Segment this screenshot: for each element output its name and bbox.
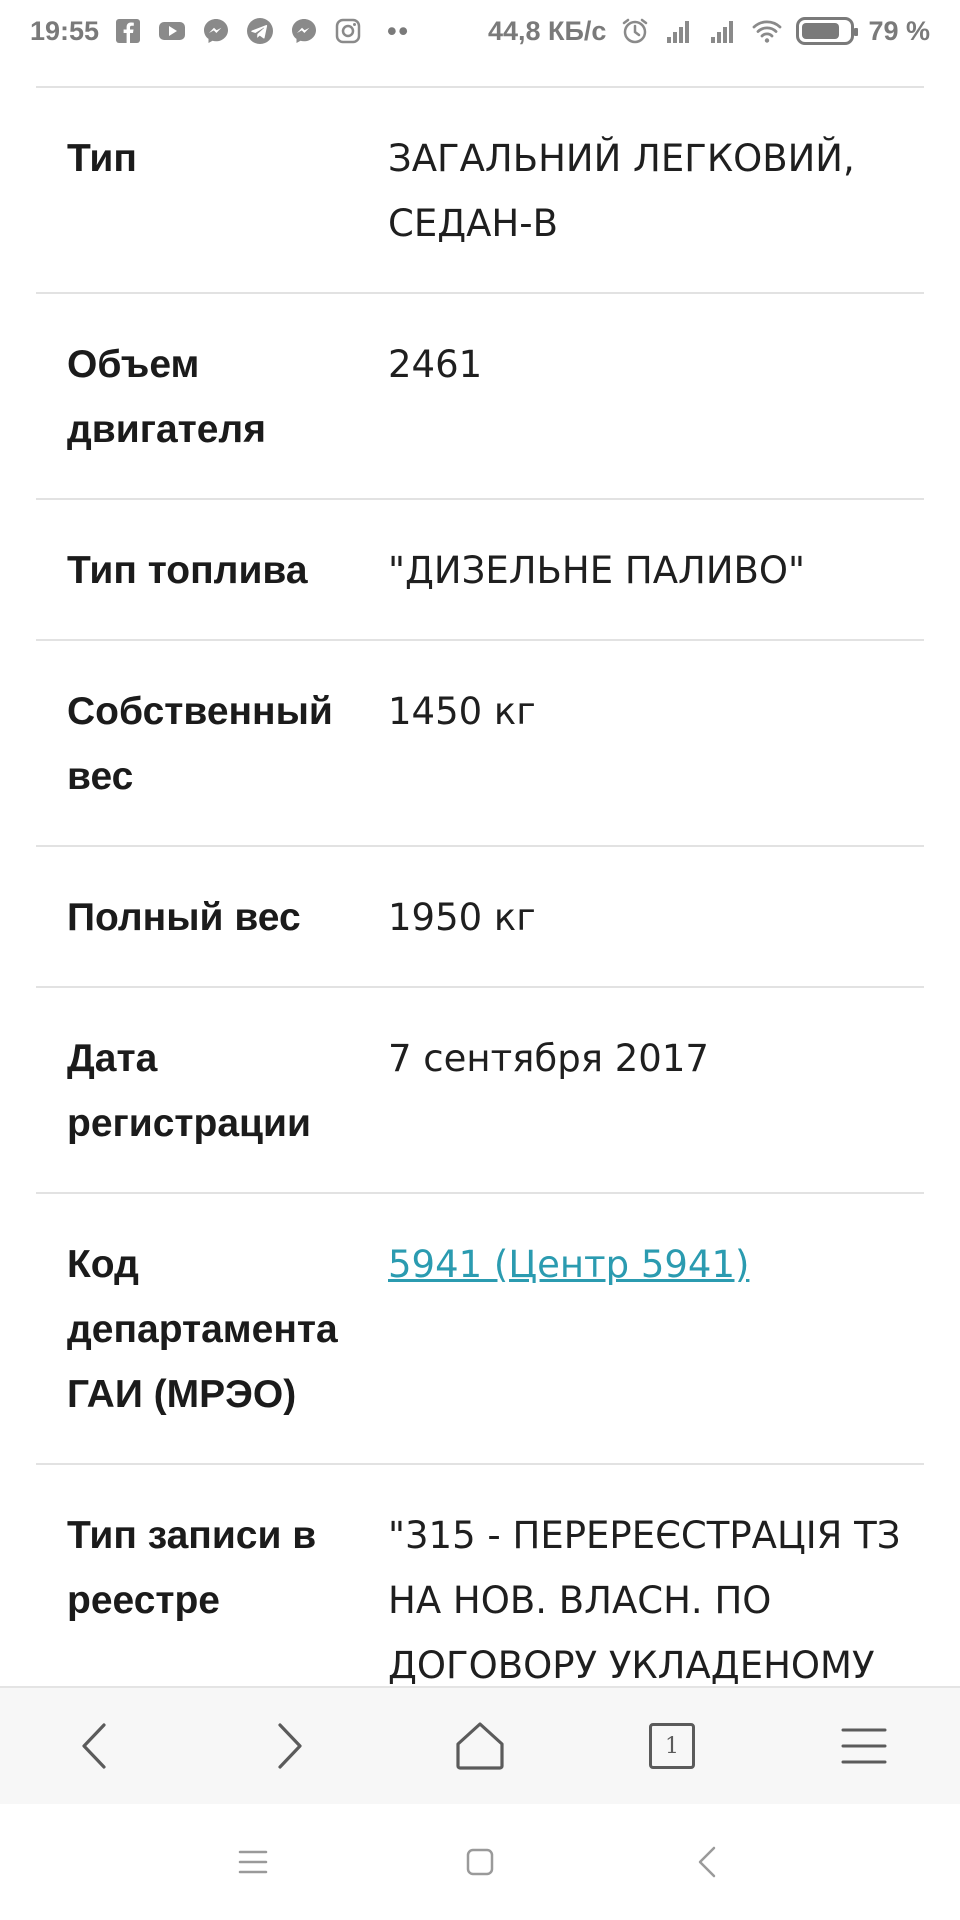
home-button[interactable] (438, 1704, 522, 1788)
back-arrow-icon (82, 1723, 106, 1769)
alarm-icon (620, 16, 650, 46)
detail-value-cell: 1950 кг (388, 885, 924, 950)
detail-label: Дата регистрации (67, 1037, 311, 1145)
network-speed: 44,8 КБ/с (487, 15, 607, 46)
tabs-button[interactable]: 1 (630, 1704, 714, 1788)
signal-icon (708, 16, 738, 46)
forward-button[interactable] (246, 1704, 330, 1788)
back-button[interactable] (54, 1704, 138, 1788)
system-back-button[interactable] (677, 1832, 737, 1892)
detail-label: Код департамента ГАИ (МРЭО) (67, 1243, 338, 1416)
battery-icon (796, 17, 859, 45)
signal-icon (664, 16, 694, 46)
detail-value-cell: "ДИЗЕЛЬНЕ ПАЛИВО" (388, 538, 924, 603)
detail-label: Собственный вес (67, 690, 333, 798)
wifi-icon (752, 16, 782, 46)
status-time: 19:55 (30, 15, 100, 46)
menu-button[interactable] (822, 1704, 906, 1788)
instagram-icon (333, 16, 363, 46)
menu-icon (841, 1728, 887, 1764)
detail-row: Тип ЗАГАЛЬНИЙ ЛЕГКОВИЙ, СЕДАН-В (36, 88, 924, 294)
detail-value-cell: 1450 кг (388, 679, 924, 809)
detail-value-cell: ЗАГАЛЬНИЙ ЛЕГКОВИЙ, СЕДАН-В (388, 126, 924, 256)
detail-value: ЗАГАЛЬНИЙ ЛЕГКОВИЙ, СЕДАН-В (388, 137, 855, 245)
forward-arrow-icon (278, 1723, 302, 1769)
vehicle-details-table: Тип ЗАГАЛЬНИЙ ЛЕГКОВИЙ, СЕДАН-В Объем двиг… (36, 86, 924, 1801)
tabs-icon: 1 (649, 1723, 695, 1769)
home-icon (456, 1722, 504, 1770)
recent-apps-icon (239, 1850, 268, 1874)
status-more-dots: •• (387, 15, 410, 46)
battery-fill (802, 23, 839, 39)
detail-row: Код департамента ГАИ (МРЭО) 5941 (Центр 5… (36, 1194, 924, 1465)
status-right: 44,8 КБ/с 79 % (488, 16, 930, 47)
detail-row: Полный вес 1950 кг (36, 847, 924, 988)
detail-value-cell: 5941 (Центр 5941) (388, 1232, 924, 1427)
detail-value: 1950 кг (388, 896, 536, 939)
facebook-icon (113, 16, 143, 46)
status-left: 19:55 •• (30, 16, 420, 47)
messenger-icon (289, 16, 319, 46)
browser-toolbar: 1 (0, 1686, 960, 1804)
battery-percent: 79 % (868, 15, 930, 46)
detail-value-cell: 7 сентября 2017 (388, 1026, 924, 1156)
youtube-icon (157, 16, 187, 46)
detail-value: 2461 (388, 343, 483, 386)
detail-label: Тип (67, 137, 137, 180)
detail-row: Дата регистрации 7 сентября 2017 (36, 988, 924, 1194)
detail-value: 1450 кг (388, 690, 536, 733)
home-square-icon (466, 1848, 494, 1876)
department-code-link[interactable]: 5941 (Центр 5941) (388, 1243, 749, 1286)
recent-apps-button[interactable] (223, 1832, 283, 1892)
detail-label: Полный вес (67, 896, 301, 939)
messenger-icon (201, 16, 231, 46)
detail-row: Собственный вес 1450 кг (36, 641, 924, 847)
system-home-button[interactable] (450, 1832, 510, 1892)
detail-value: 7 сентября 2017 (388, 1037, 709, 1080)
detail-value-cell: 2461 (388, 332, 924, 462)
back-chevron-icon (698, 1846, 715, 1878)
detail-row: Объем двигателя 2461 (36, 294, 924, 500)
detail-label: Тип топлива (67, 549, 308, 592)
tab-count: 1 (665, 1733, 679, 1759)
detail-row: Тип топлива "ДИЗЕЛЬНЕ ПАЛИВО" (36, 500, 924, 641)
telegram-icon (245, 16, 275, 46)
detail-label: Объем двигателя (67, 343, 266, 451)
detail-value: "ДИЗЕЛЬНЕ ПАЛИВО" (388, 549, 806, 592)
status-bar: 19:55 •• 44,8 КБ/с 79 % (0, 0, 960, 62)
system-navigation-bar (0, 1804, 960, 1920)
